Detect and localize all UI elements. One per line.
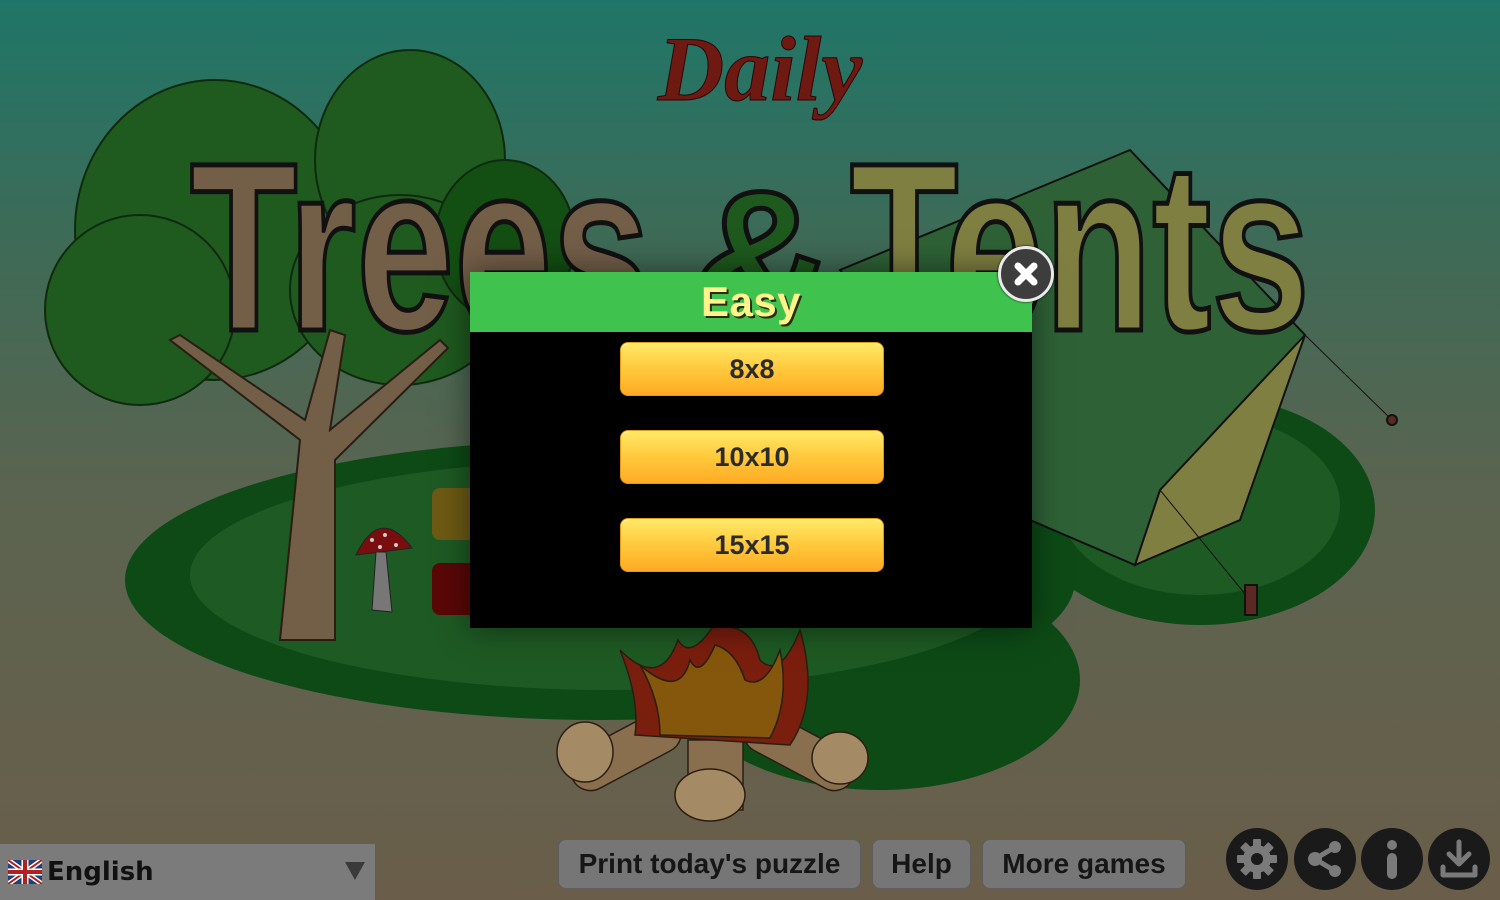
- gear-icon: [1237, 839, 1277, 879]
- download-button[interactable]: [1428, 828, 1490, 890]
- difficulty-modal: Easy 8x8 10x10 15x15: [470, 272, 1032, 628]
- help-button[interactable]: Help: [872, 839, 971, 889]
- size-button-10x10[interactable]: 10x10: [620, 430, 884, 484]
- dropdown-arrow-icon: [345, 862, 365, 880]
- uk-flag-icon: [8, 860, 42, 884]
- modal-title: Easy: [700, 278, 802, 325]
- settings-button[interactable]: [1226, 828, 1288, 890]
- share-button[interactable]: [1294, 828, 1356, 890]
- more-games-button[interactable]: More games: [982, 839, 1186, 889]
- share-icon: [1308, 841, 1341, 877]
- modal-header: Easy: [470, 272, 1032, 332]
- download-icon: [1440, 839, 1478, 878]
- close-icon: [1014, 262, 1038, 286]
- language-select[interactable]: English: [0, 844, 375, 900]
- size-button-8x8[interactable]: 8x8: [620, 342, 884, 396]
- info-button[interactable]: [1361, 828, 1423, 890]
- info-icon: [1387, 840, 1397, 879]
- modal-close-button[interactable]: [998, 246, 1054, 302]
- size-button-15x15[interactable]: 15x15: [620, 518, 884, 572]
- language-label: English: [47, 857, 154, 887]
- title-daily: Daily: [657, 18, 864, 120]
- print-puzzle-button[interactable]: Print today's puzzle: [558, 839, 861, 889]
